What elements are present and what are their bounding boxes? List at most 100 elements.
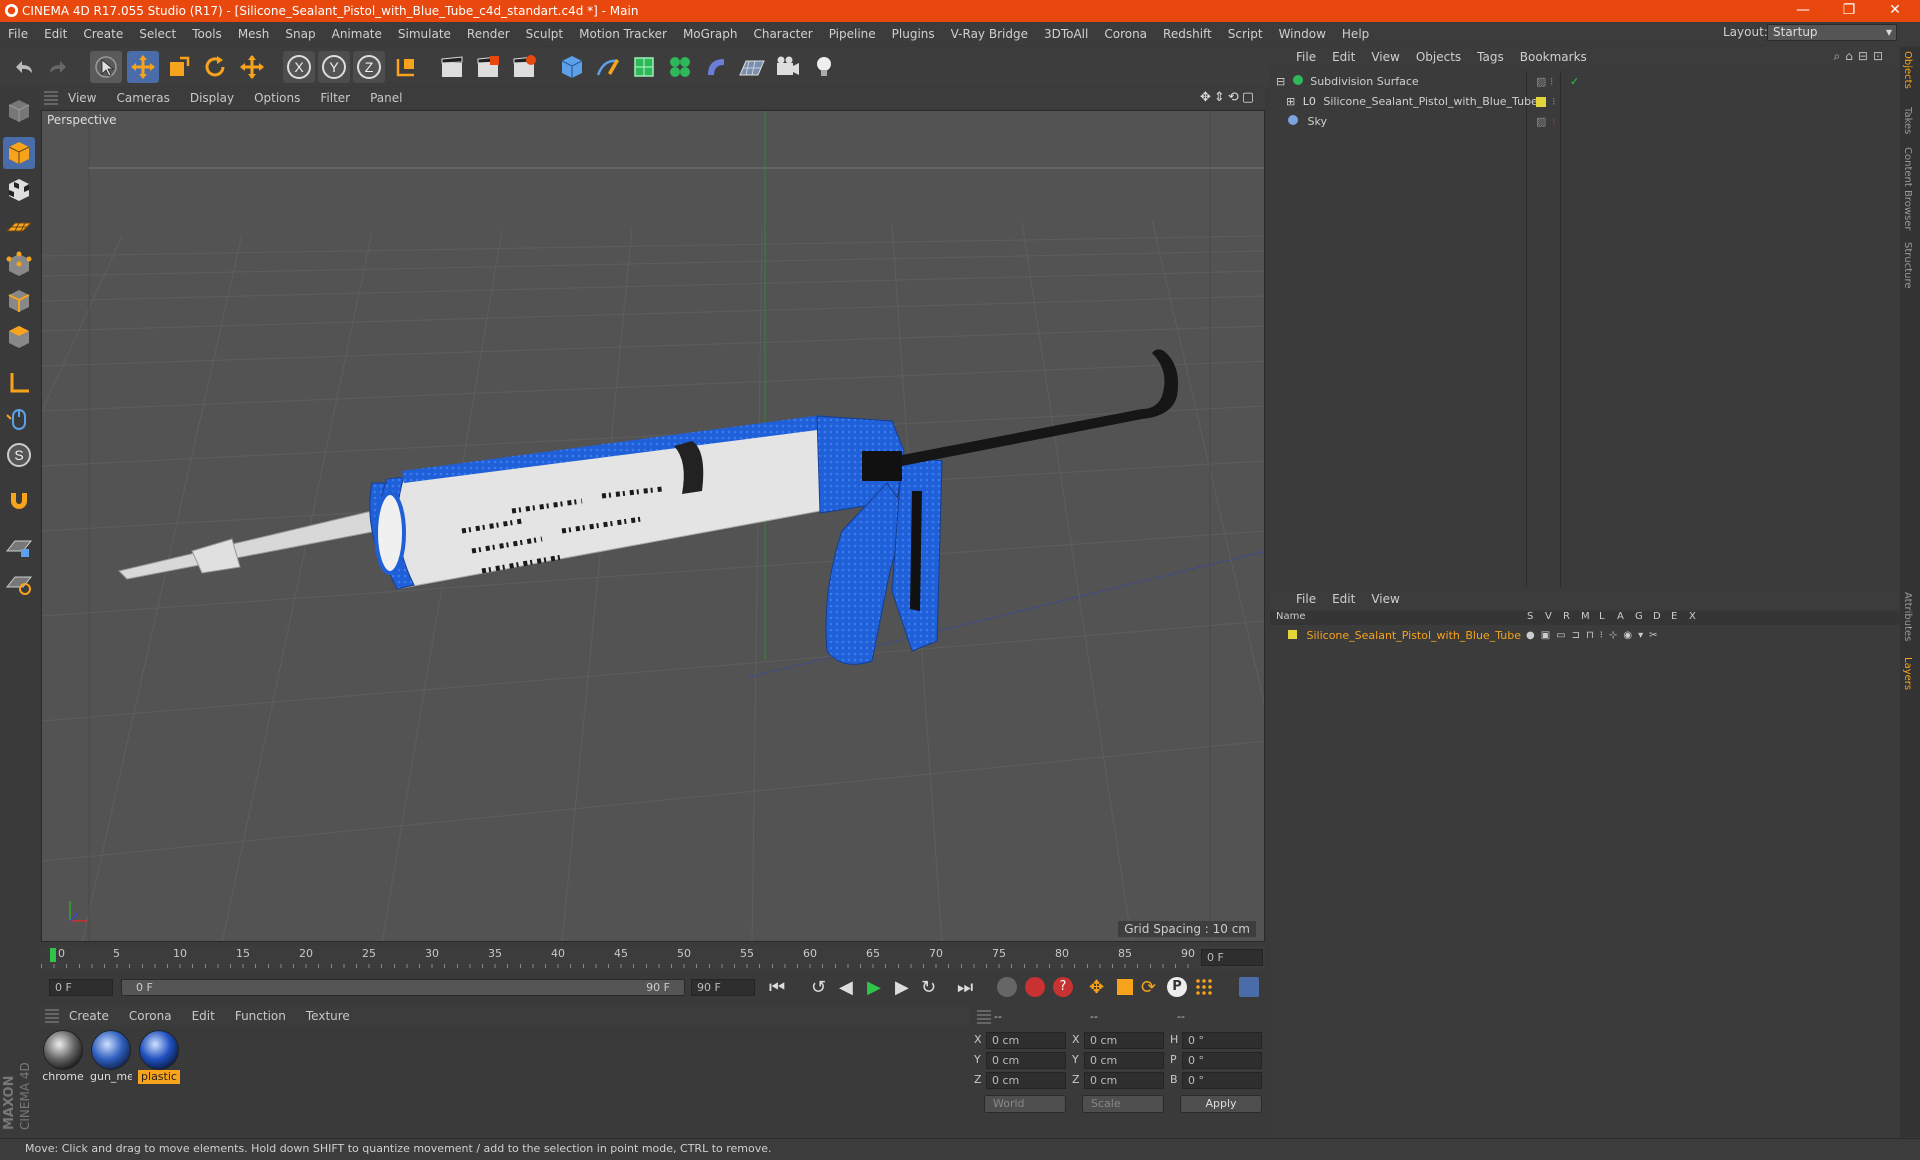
- transform-tool-button[interactable]: [236, 51, 268, 83]
- cube-object-button[interactable]: [556, 51, 588, 83]
- key-rotation-icon[interactable]: ⟳: [1141, 977, 1156, 998]
- rotation-b-field[interactable]: 0 °: [1182, 1072, 1262, 1089]
- minimize-button[interactable]: —: [1780, 0, 1826, 22]
- menu-animate[interactable]: Animate: [324, 27, 390, 41]
- viewport-menu-filter[interactable]: Filter: [310, 91, 360, 105]
- x-axis-lock-button[interactable]: X: [283, 51, 315, 83]
- menu-mesh[interactable]: Mesh: [230, 27, 278, 41]
- points-mode-button[interactable]: [3, 249, 35, 281]
- viewport-menu-view[interactable]: View: [58, 91, 106, 105]
- perspective-viewport[interactable]: Perspective Grid Spacing : 10 cm: [41, 110, 1265, 942]
- menu-plugins[interactable]: Plugins: [884, 27, 943, 41]
- visibility-dots-icon[interactable]: ⁝: [1552, 93, 1556, 111]
- subdivision-surface-button[interactable]: [628, 51, 660, 83]
- search-home-icons[interactable]: ⌕⌂⊟⊡: [1834, 49, 1888, 64]
- menu-sculpt[interactable]: Sculpt: [518, 27, 571, 41]
- workplane-mode-button[interactable]: [3, 211, 35, 243]
- side-tab-layers[interactable]: Layers: [1902, 657, 1913, 690]
- floor-button[interactable]: [736, 51, 768, 83]
- menu-corona[interactable]: Corona: [1096, 27, 1155, 41]
- apply-button[interactable]: Apply: [1180, 1095, 1262, 1113]
- layer-row[interactable]: Silicone_Sealant_Pistol_with_Blue_Tube ●…: [1276, 627, 1891, 645]
- texture-mode-button[interactable]: [3, 174, 35, 206]
- close-button[interactable]: ✕: [1872, 0, 1918, 22]
- play-icon[interactable]: ▶: [867, 977, 881, 998]
- menu-motion-tracker[interactable]: Motion Tracker: [571, 27, 675, 41]
- menu-3dtoall[interactable]: 3DToAll: [1036, 27, 1096, 41]
- make-editable-button[interactable]: [3, 95, 35, 127]
- layer-menu-edit[interactable]: Edit: [1324, 592, 1363, 606]
- material-menu-create[interactable]: Create: [59, 1009, 119, 1023]
- rotation-h-field[interactable]: 0 °: [1182, 1032, 1262, 1049]
- model-mode-button[interactable]: [3, 137, 35, 169]
- axis-mode-button[interactable]: [3, 367, 35, 399]
- object-menu-edit[interactable]: Edit: [1324, 50, 1363, 64]
- material-menu-corona[interactable]: Corona: [119, 1009, 182, 1023]
- viewport-menu-options[interactable]: Options: [244, 91, 310, 105]
- rotate-tool-button[interactable]: [199, 51, 231, 83]
- undo-button[interactable]: [8, 51, 40, 83]
- object-menu-tags[interactable]: Tags: [1469, 50, 1512, 64]
- material-menu-edit[interactable]: Edit: [182, 1009, 225, 1023]
- material-plastic[interactable]: plastic: [138, 1030, 180, 1084]
- spline-pen-button[interactable]: [592, 51, 624, 83]
- rotation-p-field[interactable]: 0 °: [1182, 1052, 1262, 1069]
- viewport-nav-icons[interactable]: ✥⇕⟲▢: [1200, 90, 1257, 105]
- object-menu-file[interactable]: File: [1288, 50, 1324, 64]
- magnet-button[interactable]: [3, 485, 35, 517]
- menu-render[interactable]: Render: [459, 27, 518, 41]
- object-menu-bookmarks[interactable]: Bookmarks: [1512, 50, 1595, 64]
- object-row-pistol[interactable]: ⊞ L0 Silicone_Sealant_Pistol_with_Blue_T…: [1276, 93, 1891, 111]
- render-picture-viewer-button[interactable]: [508, 51, 540, 83]
- z-axis-lock-button[interactable]: Z: [353, 51, 385, 83]
- frame-range-slider[interactable]: 0 F 90 F: [121, 979, 685, 996]
- end-frame-field[interactable]: 90 F: [691, 979, 755, 996]
- visibility-dots-icon[interactable]: ▨: [1536, 113, 1546, 131]
- material-menu-function[interactable]: Function: [225, 1009, 296, 1023]
- enabled-check-icon[interactable]: ✓: [1570, 73, 1579, 91]
- viewport-menu-display[interactable]: Display: [180, 91, 244, 105]
- object-row-sky[interactable]: Sky ▨ ⁝: [1276, 113, 1891, 131]
- layer-menu-file[interactable]: File: [1288, 592, 1324, 606]
- current-frame-field[interactable]: 0 F: [1201, 949, 1263, 966]
- render-dot-icon[interactable]: ⁝: [1552, 113, 1556, 131]
- side-tab-attributes[interactable]: Attributes: [1902, 592, 1913, 641]
- grid-lock-button[interactable]: [3, 531, 35, 563]
- scale-dropdown[interactable]: Scale: [1082, 1095, 1164, 1113]
- light-button[interactable]: [808, 51, 840, 83]
- expand-icon[interactable]: ⊞: [1286, 95, 1295, 108]
- size-y-field[interactable]: 0 cm: [1084, 1052, 1164, 1069]
- position-x-field[interactable]: 0 cm: [986, 1032, 1066, 1049]
- timeline-window-icon[interactable]: [1239, 977, 1259, 997]
- object-menu-objects[interactable]: Objects: [1408, 50, 1469, 64]
- previous-frame-icon[interactable]: ◀: [839, 977, 853, 998]
- object-row-subdivision[interactable]: ⊟ Subdivision Surface ▨ ⁝ ✓: [1276, 73, 1891, 91]
- menu-redshift[interactable]: Redshift: [1155, 27, 1220, 41]
- timeline-ruler[interactable]: 0 5 10 15 20 25 30 35 40 45 50 55 60 65 …: [41, 946, 1265, 970]
- world-dropdown[interactable]: World: [984, 1095, 1066, 1113]
- next-frame-icon[interactable]: ▶: [895, 977, 909, 998]
- menu-help[interactable]: Help: [1334, 27, 1377, 41]
- menu-vray-bridge[interactable]: V-Ray Bridge: [943, 27, 1036, 41]
- object-menu-view[interactable]: View: [1363, 50, 1407, 64]
- position-z-field[interactable]: 0 cm: [986, 1072, 1066, 1089]
- move-tool-button[interactable]: [127, 51, 159, 83]
- menu-select[interactable]: Select: [131, 27, 184, 41]
- menu-snap[interactable]: Snap: [277, 27, 323, 41]
- previous-key-icon[interactable]: ↺: [811, 977, 826, 998]
- redo-button[interactable]: [42, 51, 74, 83]
- position-y-field[interactable]: 0 cm: [986, 1052, 1066, 1069]
- layer-color-swatch[interactable]: [1288, 630, 1297, 639]
- scale-tool-button[interactable]: [163, 51, 195, 83]
- cloner-button[interactable]: [664, 51, 696, 83]
- material-menu-texture[interactable]: Texture: [296, 1009, 360, 1023]
- keyframe-selection-icon[interactable]: [997, 977, 1017, 997]
- side-tab-takes[interactable]: Takes: [1902, 107, 1913, 134]
- scene-canvas[interactable]: [42, 111, 1265, 942]
- start-frame-field[interactable]: 0 F: [49, 979, 113, 996]
- render-view-button[interactable]: [436, 51, 468, 83]
- record-icon[interactable]: [1025, 977, 1045, 997]
- menu-pipeline[interactable]: Pipeline: [821, 27, 884, 41]
- menu-create[interactable]: Create: [75, 27, 131, 41]
- material-chrome[interactable]: chrome: [42, 1030, 84, 1084]
